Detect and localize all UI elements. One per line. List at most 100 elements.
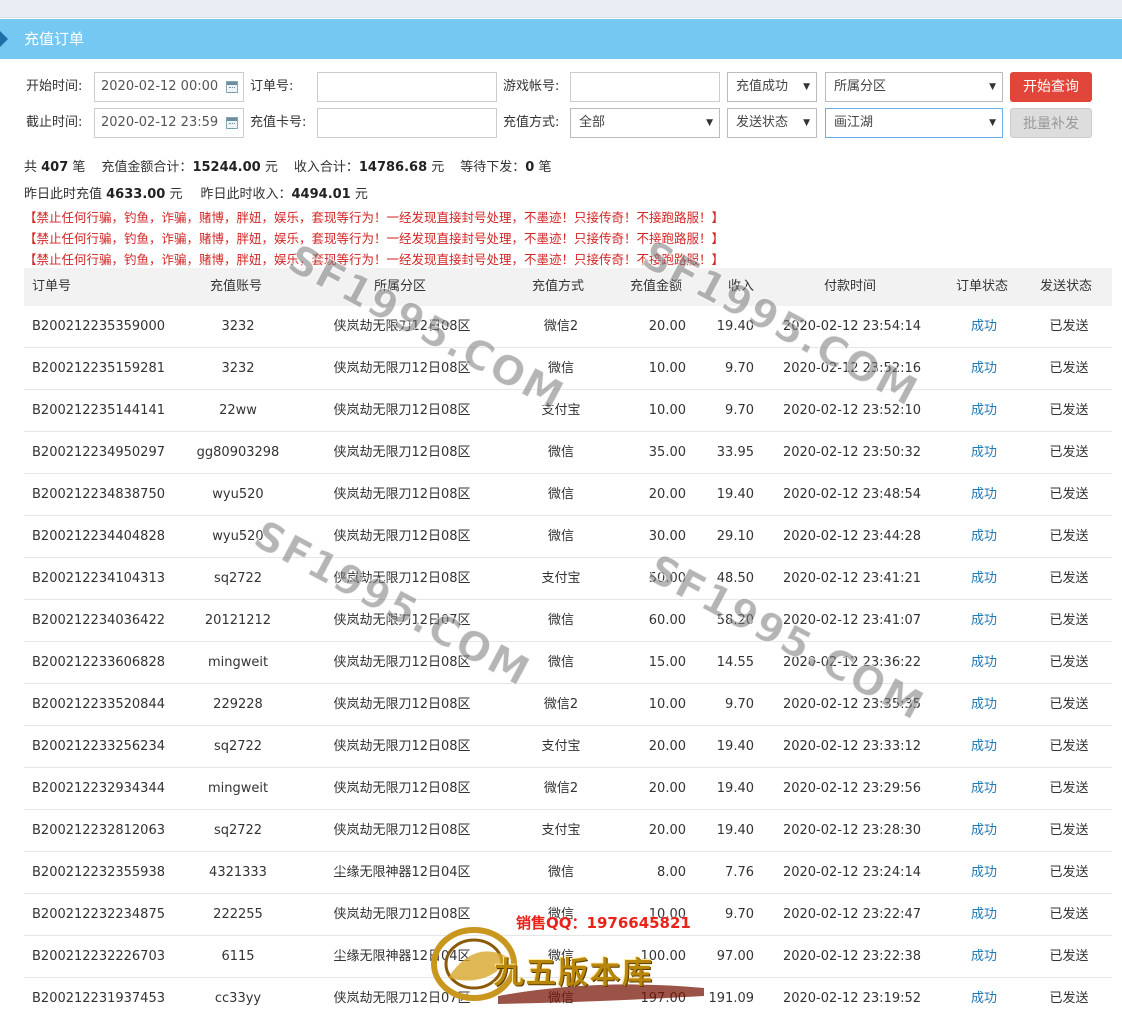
send-status-select[interactable]: 发送状态 ▼ xyxy=(727,108,817,138)
summary-suffix: 元 xyxy=(165,187,183,202)
table-cell: 29.10 xyxy=(716,529,754,544)
table-row[interactable]: B200212234950297 gg80903298 侠岚劫无限刀12日08区 微信… xyxy=(24,432,1112,474)
table-row[interactable]: B200212234036422 20121212 侠岚劫无限刀12日07区 微信 60… xyxy=(24,600,1112,642)
table-row[interactable]: B200212235159281 3232 侠岚劫无限刀12日08区 微信 10.00 9… xyxy=(24,348,1112,390)
summary-value: 14786.68 xyxy=(358,160,428,175)
table-cell: 支付宝 xyxy=(541,739,581,754)
summary-value: 0 xyxy=(525,160,535,175)
summary-label: 收入合计： xyxy=(293,160,359,175)
table-cell: 微信2 xyxy=(543,781,579,796)
pay-method-select[interactable]: 全部 ▼ xyxy=(570,108,720,138)
summary-item: 充值金额合计：15244.00 元 xyxy=(101,160,277,175)
table-cell: 20.00 xyxy=(648,739,686,754)
table-row[interactable]: B200212234104313 sq2722 侠岚劫无限刀12日08区 支付宝 50.… xyxy=(24,558,1112,600)
promo-brand-text: 九五版本库 xyxy=(494,956,654,991)
column-header: 所属分区 xyxy=(374,279,427,294)
calendar-icon[interactable] xyxy=(226,117,238,129)
pay-method-label: 充值方式: xyxy=(503,115,560,130)
table-cell: 20.00 xyxy=(648,823,686,838)
table-cell: 15.00 xyxy=(648,655,686,670)
table-cell: 已发送 xyxy=(1049,697,1089,712)
search-button[interactable]: 开始查询 xyxy=(1010,72,1092,102)
table-cell: 97.00 xyxy=(716,949,754,964)
table-cell: 微信 xyxy=(547,445,574,460)
table-row[interactable]: B200212233520844 229228 侠岚劫无限刀12日08区 微信2 10.… xyxy=(24,684,1112,726)
warning-text: 【禁止任何行骗，钓鱼，诈骗，赌博，胖妞，娱乐，套现等行为！一经发现直接封号处理，… xyxy=(24,231,725,246)
column-header: 订单号 xyxy=(32,279,72,294)
chevron-down-icon: ▼ xyxy=(803,118,810,128)
table-row[interactable]: B200212234838750 wyu520 侠岚劫无限刀12日08区 微信 20.0… xyxy=(24,474,1112,516)
table-cell: 48.50 xyxy=(716,571,754,586)
zone-select[interactable]: 所属分区 ▼ xyxy=(825,72,1003,102)
table-cell: 支付宝 xyxy=(541,403,581,418)
table-cell: 58.20 xyxy=(716,613,754,628)
summary-suffix: 元 xyxy=(427,160,445,175)
recharge-status-select[interactable]: 充值成功 ▼ xyxy=(727,72,817,102)
table-cell: 50.00 xyxy=(648,571,686,586)
table-cell: 19.40 xyxy=(716,739,754,754)
table-cell: 10.00 xyxy=(648,697,686,712)
table-cell: 已发送 xyxy=(1049,613,1089,628)
server-select[interactable]: 画江湖 ▼ xyxy=(825,108,1003,138)
card-no-input[interactable] xyxy=(317,108,497,138)
table-row[interactable]: B200212235359000 3232 侠岚劫无限刀12日08区 微信2 20.00… xyxy=(24,306,1112,348)
summary-item: 共 407 笔 xyxy=(24,160,85,175)
table-cell: 已发送 xyxy=(1049,487,1089,502)
table-cell: 支付宝 xyxy=(541,823,581,838)
title-bar: 充值订单 xyxy=(0,19,1122,59)
zone-value: 所属分区 xyxy=(834,79,887,94)
table-cell: 微信2 xyxy=(543,319,579,334)
table-row[interactable]: B200212232934344 mingweit 侠岚劫无限刀12日08区 微信2 2… xyxy=(24,768,1112,810)
table-header: 订单号 充值账号 所属分区 充值方式 充值金额 收入 付款时间 订单状态 发送状… xyxy=(24,268,1112,306)
recharge-status-value: 充值成功 xyxy=(736,79,789,94)
game-account-input[interactable] xyxy=(570,72,720,102)
table-cell: 30.00 xyxy=(648,529,686,544)
column-header: 充值金额 xyxy=(630,279,683,294)
table-cell: 已发送 xyxy=(1049,739,1089,754)
table-row[interactable]: B200212232812063 sq2722 侠岚劫无限刀12日08区 支付宝 20.… xyxy=(24,810,1112,852)
end-time-input[interactable]: 2020-02-12 23:59 xyxy=(94,108,244,138)
table-cell: 微信2 xyxy=(543,697,579,712)
table-cell: 微信 xyxy=(547,613,574,628)
pay-method-value: 全部 xyxy=(579,115,606,130)
table-row[interactable]: B200212233256234 sq2722 侠岚劫无限刀12日08区 支付宝 20.… xyxy=(24,726,1112,768)
summary-line-2: 昨日此时充值 4633.00 元 昨日此时收入：4494.01 元 xyxy=(24,183,386,202)
summary-item: 昨日此时充值 4633.00 元 xyxy=(24,187,183,202)
calendar-icon[interactable] xyxy=(226,81,238,93)
table-cell: 微信 xyxy=(547,655,574,670)
table-cell: 已发送 xyxy=(1049,949,1089,964)
batch-resend-button[interactable]: 批量补发 xyxy=(1010,108,1092,138)
chevron-down-icon: ▼ xyxy=(989,82,996,92)
table-cell: 19.40 xyxy=(716,319,754,334)
summary-item: 昨日此时收入：4494.01 元 xyxy=(201,187,368,202)
table-cell: 已发送 xyxy=(1049,403,1089,418)
table-cell: 已发送 xyxy=(1049,445,1089,460)
warning-text: 【禁止任何行骗，钓鱼，诈骗，赌博，胖妞，娱乐，套现等行为！一经发现直接封号处理，… xyxy=(24,252,725,267)
order-no-input[interactable] xyxy=(317,72,497,102)
table-row[interactable]: B200212232355938 4321333 尘缘无限神器12日04区 微信 8.0… xyxy=(24,852,1112,894)
summary-label: 等待下发： xyxy=(460,160,526,175)
table-cell: 微信 xyxy=(547,529,574,544)
table-cell: 191.09 xyxy=(708,991,755,1006)
table-row[interactable]: B200212233606828 mingweit 侠岚劫无限刀12日08区 微信 15… xyxy=(24,642,1112,684)
summary-suffix: 笔 xyxy=(68,160,86,175)
table-row[interactable]: B200212234404828 wyu520 侠岚劫无限刀12日08区 微信 30.0… xyxy=(24,516,1112,558)
table-cell: 9.70 xyxy=(725,907,754,922)
summary-item: 收入合计：14786.68 元 xyxy=(294,160,444,175)
table-cell: 35.00 xyxy=(648,445,686,460)
summary-value: 407 xyxy=(41,160,69,175)
start-time-input[interactable]: 2020-02-12 00:00 xyxy=(94,72,244,102)
summary-label: 充值金额合计： xyxy=(101,160,193,175)
summary-value: 15244.00 xyxy=(192,160,261,175)
summary-value: 4494.01 xyxy=(291,187,351,202)
title-notch-icon xyxy=(0,31,8,47)
chevron-down-icon: ▼ xyxy=(989,118,996,128)
table-cell: 19.40 xyxy=(716,781,754,796)
page-title: 充值订单 xyxy=(24,30,85,48)
table-cell: 微信 xyxy=(547,361,574,376)
table-cell: 已发送 xyxy=(1049,781,1089,796)
chevron-down-icon: ▼ xyxy=(706,118,713,128)
table-cell: 已发送 xyxy=(1049,865,1089,880)
table-row[interactable]: B200212235144141 22ww 侠岚劫无限刀12日08区 支付宝 10.00… xyxy=(24,390,1112,432)
summary-label: 昨日此时充值 xyxy=(24,187,107,202)
